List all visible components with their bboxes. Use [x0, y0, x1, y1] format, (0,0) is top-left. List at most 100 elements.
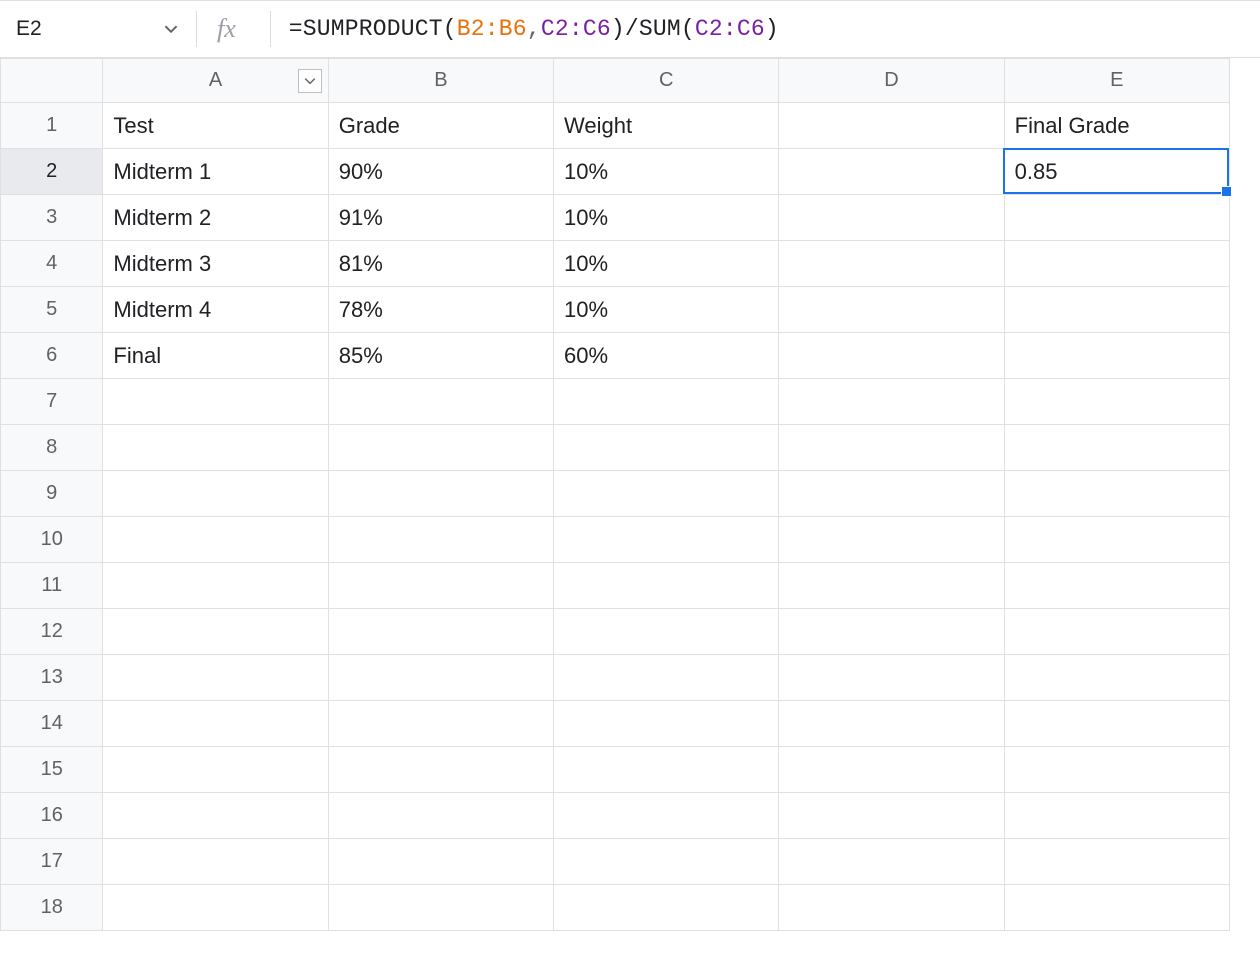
cell-D12[interactable]: [779, 609, 1004, 655]
cell-A8[interactable]: [103, 425, 328, 471]
cell-E4[interactable]: [1004, 241, 1229, 287]
cell-E14[interactable]: [1004, 701, 1229, 747]
cell-D9[interactable]: [779, 471, 1004, 517]
cell-C10[interactable]: [554, 517, 779, 563]
cell-B13[interactable]: [328, 655, 553, 701]
cell-A3[interactable]: Midterm 2: [103, 195, 328, 241]
cell-D3[interactable]: [779, 195, 1004, 241]
cell-C13[interactable]: [554, 655, 779, 701]
formula-input[interactable]: =SUMPRODUCT( B2:B6 , C2:C6 )/SUM( C2:C6 …: [289, 16, 779, 42]
cell-D15[interactable]: [779, 747, 1004, 793]
row-header-10[interactable]: 10: [1, 517, 103, 563]
chevron-down-icon[interactable]: [164, 22, 178, 36]
cell-E10[interactable]: [1004, 517, 1229, 563]
cell-E6[interactable]: [1004, 333, 1229, 379]
cell-A4[interactable]: Midterm 3: [103, 241, 328, 287]
cell-B8[interactable]: [328, 425, 553, 471]
column-header-A[interactable]: A: [103, 59, 328, 103]
cell-A9[interactable]: [103, 471, 328, 517]
row-header-8[interactable]: 8: [1, 425, 103, 471]
row-header-4[interactable]: 4: [1, 241, 103, 287]
cell-C15[interactable]: [554, 747, 779, 793]
cell-A2[interactable]: Midterm 1: [103, 149, 328, 195]
row-header-13[interactable]: 13: [1, 655, 103, 701]
row-header-6[interactable]: 6: [1, 333, 103, 379]
cell-D17[interactable]: [779, 839, 1004, 885]
column-header-B[interactable]: B: [328, 59, 553, 103]
cell-E16[interactable]: [1004, 793, 1229, 839]
cell-A14[interactable]: [103, 701, 328, 747]
cell-D18[interactable]: [779, 885, 1004, 931]
cell-B18[interactable]: [328, 885, 553, 931]
cell-C8[interactable]: [554, 425, 779, 471]
cell-C2[interactable]: 10%: [554, 149, 779, 195]
cell-B17[interactable]: [328, 839, 553, 885]
row-header-17[interactable]: 17: [1, 839, 103, 885]
row-header-2[interactable]: 2: [1, 149, 103, 195]
cell-C3[interactable]: 10%: [554, 195, 779, 241]
row-header-3[interactable]: 3: [1, 195, 103, 241]
cell-B14[interactable]: [328, 701, 553, 747]
cell-B11[interactable]: [328, 563, 553, 609]
cell-C1[interactable]: Weight: [554, 103, 779, 149]
filter-icon[interactable]: [298, 69, 322, 93]
fx-icon[interactable]: fx: [217, 14, 236, 44]
cell-E7[interactable]: [1004, 379, 1229, 425]
cell-A11[interactable]: [103, 563, 328, 609]
cell-D10[interactable]: [779, 517, 1004, 563]
cell-B6[interactable]: 85%: [328, 333, 553, 379]
cell-C4[interactable]: 10%: [554, 241, 779, 287]
cell-C9[interactable]: [554, 471, 779, 517]
cell-C12[interactable]: [554, 609, 779, 655]
cell-D7[interactable]: [779, 379, 1004, 425]
cell-A13[interactable]: [103, 655, 328, 701]
cell-A1[interactable]: Test: [103, 103, 328, 149]
cell-D16[interactable]: [779, 793, 1004, 839]
cell-E13[interactable]: [1004, 655, 1229, 701]
row-header-14[interactable]: 14: [1, 701, 103, 747]
cell-D5[interactable]: [779, 287, 1004, 333]
cell-A7[interactable]: [103, 379, 328, 425]
cell-C7[interactable]: [554, 379, 779, 425]
column-header-C[interactable]: C: [554, 59, 779, 103]
cell-E3[interactable]: [1004, 195, 1229, 241]
cell-C5[interactable]: 10%: [554, 287, 779, 333]
cell-E1[interactable]: Final Grade: [1004, 103, 1229, 149]
cell-D6[interactable]: [779, 333, 1004, 379]
cell-E9[interactable]: [1004, 471, 1229, 517]
cell-A5[interactable]: Midterm 4: [103, 287, 328, 333]
cell-B1[interactable]: Grade: [328, 103, 553, 149]
cell-A6[interactable]: Final: [103, 333, 328, 379]
cell-B2[interactable]: 90%: [328, 149, 553, 195]
cell-B16[interactable]: [328, 793, 553, 839]
cell-B10[interactable]: [328, 517, 553, 563]
cell-B4[interactable]: 81%: [328, 241, 553, 287]
cell-B3[interactable]: 91%: [328, 195, 553, 241]
row-header-18[interactable]: 18: [1, 885, 103, 931]
column-header-D[interactable]: D: [779, 59, 1004, 103]
cell-B15[interactable]: [328, 747, 553, 793]
cell-E12[interactable]: [1004, 609, 1229, 655]
row-header-15[interactable]: 15: [1, 747, 103, 793]
cell-D1[interactable]: [779, 103, 1004, 149]
cell-C6[interactable]: 60%: [554, 333, 779, 379]
cell-C17[interactable]: [554, 839, 779, 885]
cell-D4[interactable]: [779, 241, 1004, 287]
row-header-7[interactable]: 7: [1, 379, 103, 425]
cell-B7[interactable]: [328, 379, 553, 425]
row-header-11[interactable]: 11: [1, 563, 103, 609]
cell-C18[interactable]: [554, 885, 779, 931]
cell-D2[interactable]: [779, 149, 1004, 195]
cell-E17[interactable]: [1004, 839, 1229, 885]
cell-A15[interactable]: [103, 747, 328, 793]
column-header-E[interactable]: E: [1004, 59, 1229, 103]
row-header-5[interactable]: 5: [1, 287, 103, 333]
cell-E15[interactable]: [1004, 747, 1229, 793]
cell-A16[interactable]: [103, 793, 328, 839]
cell-B9[interactable]: [328, 471, 553, 517]
row-header-16[interactable]: 16: [1, 793, 103, 839]
cell-C11[interactable]: [554, 563, 779, 609]
cell-E8[interactable]: [1004, 425, 1229, 471]
cell-D8[interactable]: [779, 425, 1004, 471]
cell-E5[interactable]: [1004, 287, 1229, 333]
